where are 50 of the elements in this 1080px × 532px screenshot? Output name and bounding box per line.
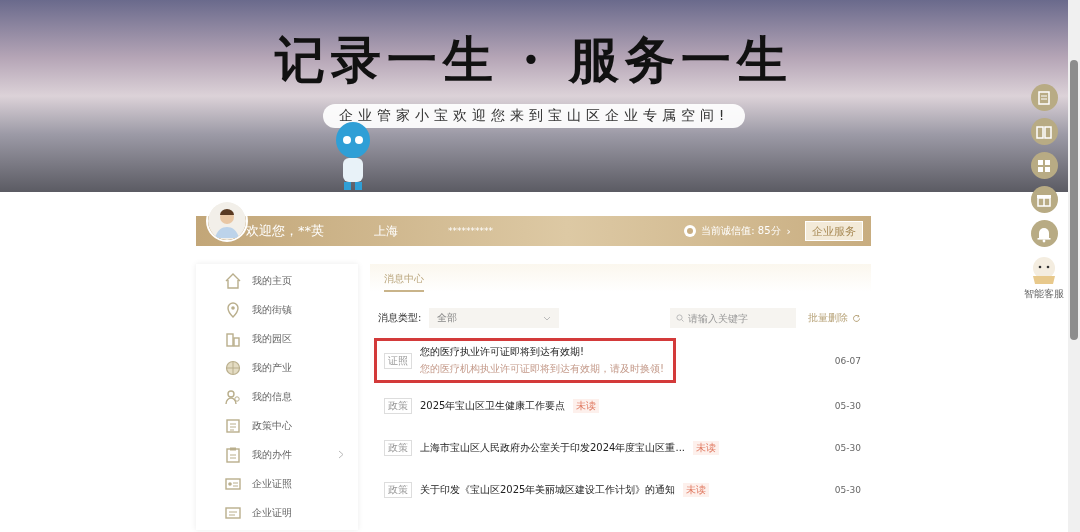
message-title: 2025年宝山区卫生健康工作要点 — [420, 399, 566, 413]
sidebar-item[interactable]: 政策中心 — [196, 411, 358, 440]
category-tag: 政策 — [384, 398, 412, 414]
house-icon — [224, 271, 242, 290]
assistant-label[interactable]: 智能客服 — [1024, 287, 1064, 301]
search-field[interactable]: 请输入关键字 — [670, 308, 796, 328]
sidebar-item[interactable]: 企业证照 — [196, 469, 358, 498]
globe-icon — [224, 358, 242, 377]
banner-slogan: 记录一生 · 服务一生 — [274, 30, 794, 90]
refresh-icon — [852, 313, 861, 323]
highlighted-message-item[interactable]: 证照 您的医疗执业许可证即将到达有效期! 您的医疗机构执业许可证即将到达有效期，请及时换领! — [374, 338, 676, 383]
message-type-dropdown[interactable]: 全部 — [429, 308, 560, 328]
chevron-icon — [338, 450, 344, 459]
masked-id-text: ********** — [448, 226, 493, 236]
clipboard-icon — [224, 445, 242, 464]
message-date: 05-30 — [834, 485, 861, 495]
unread-badge: 未读 — [573, 399, 600, 413]
sidebar-item[interactable]: 我的主页 — [196, 266, 358, 295]
chevron-down-icon — [543, 315, 552, 321]
document-icon — [224, 416, 242, 435]
filter-label: 消息类型: — [378, 311, 422, 325]
category-tag: 政策 — [384, 482, 412, 498]
message-title: 您的医疗执业许可证即将到达有效期! — [420, 345, 584, 359]
city-text: 上海 — [374, 222, 398, 240]
message-date: 05-30 — [834, 401, 861, 411]
location-pin-icon — [224, 300, 242, 319]
message-subtitle: 您的医疗机构执业许可证即将到达有效期，请及时换领! — [420, 362, 664, 376]
sidebar-item[interactable]: 我的园区 — [196, 324, 358, 353]
category-tag: 政策 — [384, 440, 412, 456]
message-item[interactable]: 政策 关于印发《宝山区2025年美丽城区建设工作计划》的通知 未读 — [384, 482, 835, 498]
message-title: 关于印发《宝山区2025年美丽城区建设工作计划》的通知 — [420, 483, 676, 497]
message-item[interactable]: 政策 上海市宝山区人民政府办公室关于印发2024年度宝山区重... 未读 — [384, 440, 835, 456]
unread-badge: 未读 — [693, 441, 719, 455]
message-date: 06-07 — [834, 355, 861, 366]
message-date: 05-30 — [834, 443, 861, 453]
scrollbar-thumb[interactable] — [1070, 60, 1078, 340]
sidebar-item[interactable]: 我的信息 — [196, 382, 358, 411]
coin-icon — [684, 225, 697, 237]
sidebar-item[interactable]: 我的办件 — [196, 440, 358, 469]
person-search-icon — [224, 387, 242, 406]
sidebar-item[interactable]: 企业证明 — [196, 498, 358, 527]
message-title: 上海市宝山区人民政府办公室关于印发2024年度宝山区重... — [420, 441, 685, 455]
unread-badge: 未读 — [683, 483, 710, 497]
sidebar-item[interactable]: 我的产业 — [196, 353, 358, 382]
avatar-icon — [206, 200, 248, 242]
category-tag: 证照 — [384, 352, 412, 369]
sidebar-item[interactable]: 我的街镇 — [196, 295, 358, 324]
greeting-text: 欢迎您，**英 — [246, 222, 324, 240]
message-item[interactable]: 政策 2025年宝山区卫生健康工作要点 未读 — [384, 398, 835, 414]
welcome-message: 企业管家小宝欢迎您来到宝山区企业专属空间! — [322, 104, 746, 128]
